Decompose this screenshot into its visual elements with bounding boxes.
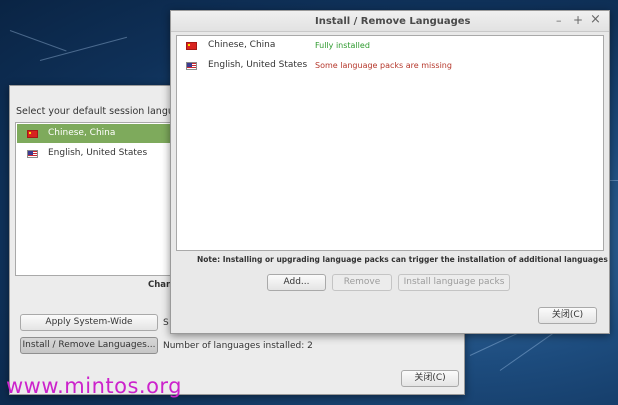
window-title: Install / Remove Languages bbox=[315, 16, 471, 27]
title-bar: Install / Remove Languages – + × bbox=[171, 11, 609, 32]
remove-button[interactable]: Remove bbox=[332, 274, 392, 291]
minimize-icon[interactable]: – bbox=[556, 14, 562, 27]
add-button[interactable]: Add... bbox=[267, 274, 326, 291]
install-remove-languages-button[interactable]: Install / Remove Languages... bbox=[20, 337, 158, 354]
apply-status-text: S bbox=[163, 318, 169, 328]
watermark-text: www.mintos.org bbox=[6, 374, 183, 398]
apply-system-wide-button[interactable]: Apply System-Wide bbox=[20, 314, 158, 331]
installed-count-text: Number of languages installed: 2 bbox=[163, 341, 313, 351]
install-language-packs-button[interactable]: Install language packs bbox=[398, 274, 510, 291]
list-item-chinese[interactable]: Chinese, China Fully installed bbox=[178, 37, 602, 56]
language-name: English, United States bbox=[208, 60, 308, 70]
close-button[interactable]: 关闭(C) bbox=[401, 370, 459, 387]
installed-languages-list[interactable]: Chinese, China Fully installed English, … bbox=[176, 35, 604, 251]
status-label: Fully installed bbox=[315, 41, 370, 50]
china-flag-icon bbox=[27, 130, 38, 138]
install-note: Note: Installing or upgrading language p… bbox=[197, 255, 608, 264]
session-language-prompt: Select your default session language bbox=[16, 106, 192, 117]
close-button[interactable]: 关闭(C) bbox=[538, 307, 597, 324]
maximize-icon[interactable]: + bbox=[573, 13, 583, 27]
china-flag-icon bbox=[186, 42, 197, 50]
status-label: Some language packs are missing bbox=[315, 61, 452, 70]
us-flag-icon bbox=[186, 62, 197, 70]
language-name: Chinese, China bbox=[208, 40, 276, 50]
wallpaper-streak bbox=[9, 30, 67, 52]
language-name: English, United States bbox=[48, 148, 148, 158]
install-remove-languages-window: Install / Remove Languages – + × Chinese… bbox=[170, 10, 610, 334]
list-item-english[interactable]: English, United States Some language pac… bbox=[178, 57, 602, 76]
wallpaper-streak bbox=[39, 36, 128, 61]
us-flag-icon bbox=[27, 150, 38, 158]
close-icon[interactable]: × bbox=[590, 12, 601, 27]
wallpaper-streak bbox=[610, 180, 618, 181]
language-name: Chinese, China bbox=[48, 128, 116, 138]
